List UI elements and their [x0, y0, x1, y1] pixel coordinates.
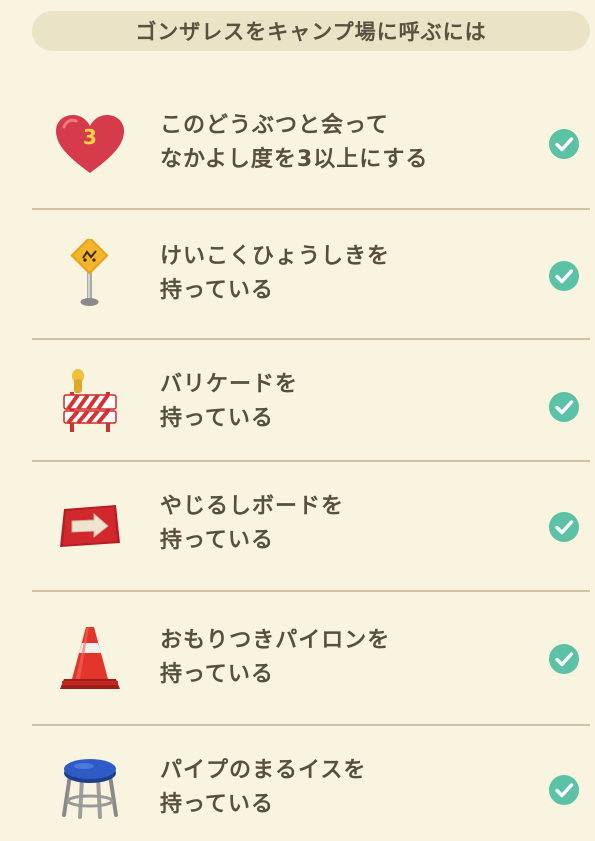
condition-row-pylon: おもりつきパイロンを 持っている: [0, 592, 595, 724]
warning-sign-icon: [50, 238, 130, 310]
condition-line-2: 持っている: [160, 528, 274, 553]
heart-icon: 3: [50, 111, 130, 177]
pylon-icon: [50, 620, 130, 696]
heart-number: 3: [83, 125, 97, 149]
condition-row-warning-sign: けいこくひょうしきを 持っている: [0, 210, 595, 338]
condition-line-2: 持っている: [160, 792, 274, 817]
condition-text: けいこくひょうしきを 持っている: [160, 240, 515, 308]
header-banner: ゴンザレスをキャンプ場に呼ぶには: [32, 11, 590, 51]
arrow-board-icon: [50, 498, 130, 554]
condition-line-1: やじるしボードを: [160, 494, 345, 519]
condition-row-friendship: 3 このどうぶつと会って なかよし度を3以上にする: [0, 78, 595, 208]
page-title: ゴンザレスをキャンプ場に呼ぶには: [135, 20, 487, 44]
condition-row-stool: パイプのまるイスを 持っている: [0, 726, 595, 841]
barricade-icon: [50, 366, 130, 436]
check-icon: [549, 644, 579, 674]
condition-line-2: 持っている: [160, 406, 274, 431]
condition-text: おもりつきパイロンを 持っている: [160, 624, 515, 692]
condition-line-2: 持っている: [160, 278, 274, 303]
check-icon: [549, 512, 579, 542]
condition-line-2: なかよし度を3以上にする: [160, 147, 429, 172]
condition-line-1: このどうぶつと会って: [160, 113, 389, 138]
condition-row-arrow-board: やじるしボードを 持っている: [0, 462, 595, 590]
check-icon: [549, 775, 579, 805]
condition-line-2: 持っている: [160, 662, 274, 687]
check-icon: [549, 129, 579, 159]
check-icon: [549, 392, 579, 422]
condition-text: バリケードを 持っている: [160, 368, 515, 436]
condition-line-1: バリケードを: [160, 372, 299, 397]
condition-line-1: けいこくひょうしきを: [160, 244, 391, 269]
condition-row-barricade: バリケードを 持っている: [0, 340, 595, 460]
condition-text: このどうぶつと会って なかよし度を3以上にする: [160, 109, 515, 177]
check-icon: [549, 261, 579, 291]
condition-line-1: パイプのまるイスを: [160, 758, 367, 783]
condition-line-1: おもりつきパイロンを: [160, 628, 391, 653]
stool-icon: [50, 756, 130, 820]
condition-text: やじるしボードを 持っている: [160, 490, 515, 558]
condition-text: パイプのまるイスを 持っている: [160, 754, 515, 822]
